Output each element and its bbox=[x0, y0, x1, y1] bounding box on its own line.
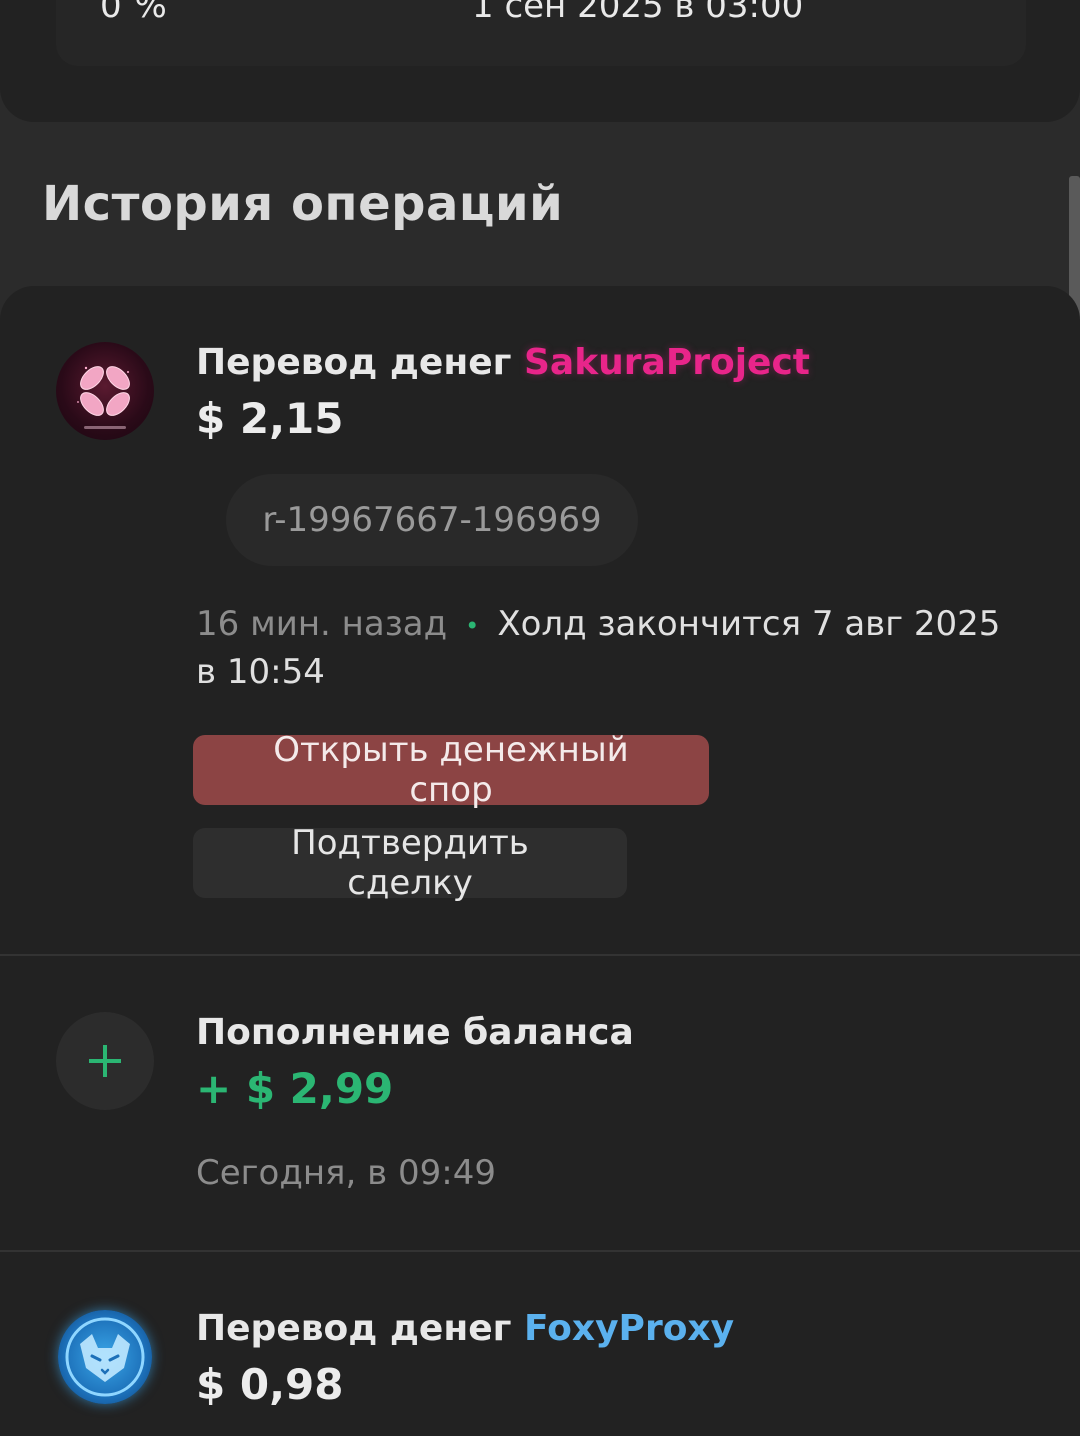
history-title: История операций bbox=[42, 176, 564, 232]
transfer-time: 16 мин. назад bbox=[196, 604, 448, 644]
transfer-meta: 16 мин. назад • Холд закончится 7 авг 2025… bbox=[196, 601, 1026, 695]
summary-percent: 0 % bbox=[100, 0, 168, 26]
transfer-amount: $ 2,15 bbox=[196, 394, 344, 443]
transfer-title: Перевод денег SakuraProject bbox=[196, 342, 810, 383]
topup-title: Пополнение баланса bbox=[196, 1012, 634, 1053]
plus-icon bbox=[89, 1045, 121, 1077]
transfer-title-prefix: Перевод денег bbox=[196, 342, 512, 383]
topup-time: Сегодня, в 09:49 bbox=[196, 1153, 496, 1193]
counterparty-link[interactable]: SakuraProject bbox=[524, 342, 810, 383]
topup-avatar bbox=[56, 1012, 154, 1110]
history-list: Перевод денег SakuraProject $ 2,15 r-199… bbox=[0, 286, 1080, 1436]
transfer-amount: $ 0,98 bbox=[196, 1360, 344, 1409]
counterparty-link[interactable]: FoxyProxy bbox=[524, 1308, 734, 1349]
history-item-transfer-foxy[interactable]: Перевод денег FoxyProxy $ 0,98 bbox=[0, 1252, 1080, 1436]
reference-chip[interactable]: r-19967667-196969 bbox=[226, 474, 638, 566]
separator-dot: • bbox=[465, 611, 480, 640]
page: 0 % 1 сен 2025 в 03:00 История операций bbox=[0, 0, 1080, 1436]
topup-amount: + $ 2,99 bbox=[196, 1064, 394, 1113]
transfer-title: Перевод денег FoxyProxy bbox=[196, 1308, 734, 1349]
open-dispute-button[interactable]: Открыть денежный спор bbox=[193, 730, 709, 810]
foxy-avatar[interactable] bbox=[58, 1310, 152, 1404]
confirm-deal-button[interactable]: Подтвердить сделку bbox=[193, 823, 627, 903]
history-item-topup[interactable]: Пополнение баланса + $ 2,99 Сегодня, в 0… bbox=[0, 956, 1080, 1250]
summary-date: 1 сен 2025 в 03:00 bbox=[472, 0, 804, 26]
history-item-transfer-sakura[interactable]: Перевод денег SakuraProject $ 2,15 r-199… bbox=[0, 286, 1080, 954]
sakura-flower-icon bbox=[77, 366, 130, 429]
fox-icon bbox=[65, 1317, 145, 1397]
transfer-title-prefix: Перевод денег bbox=[196, 1308, 512, 1349]
sakura-avatar[interactable] bbox=[56, 342, 154, 440]
